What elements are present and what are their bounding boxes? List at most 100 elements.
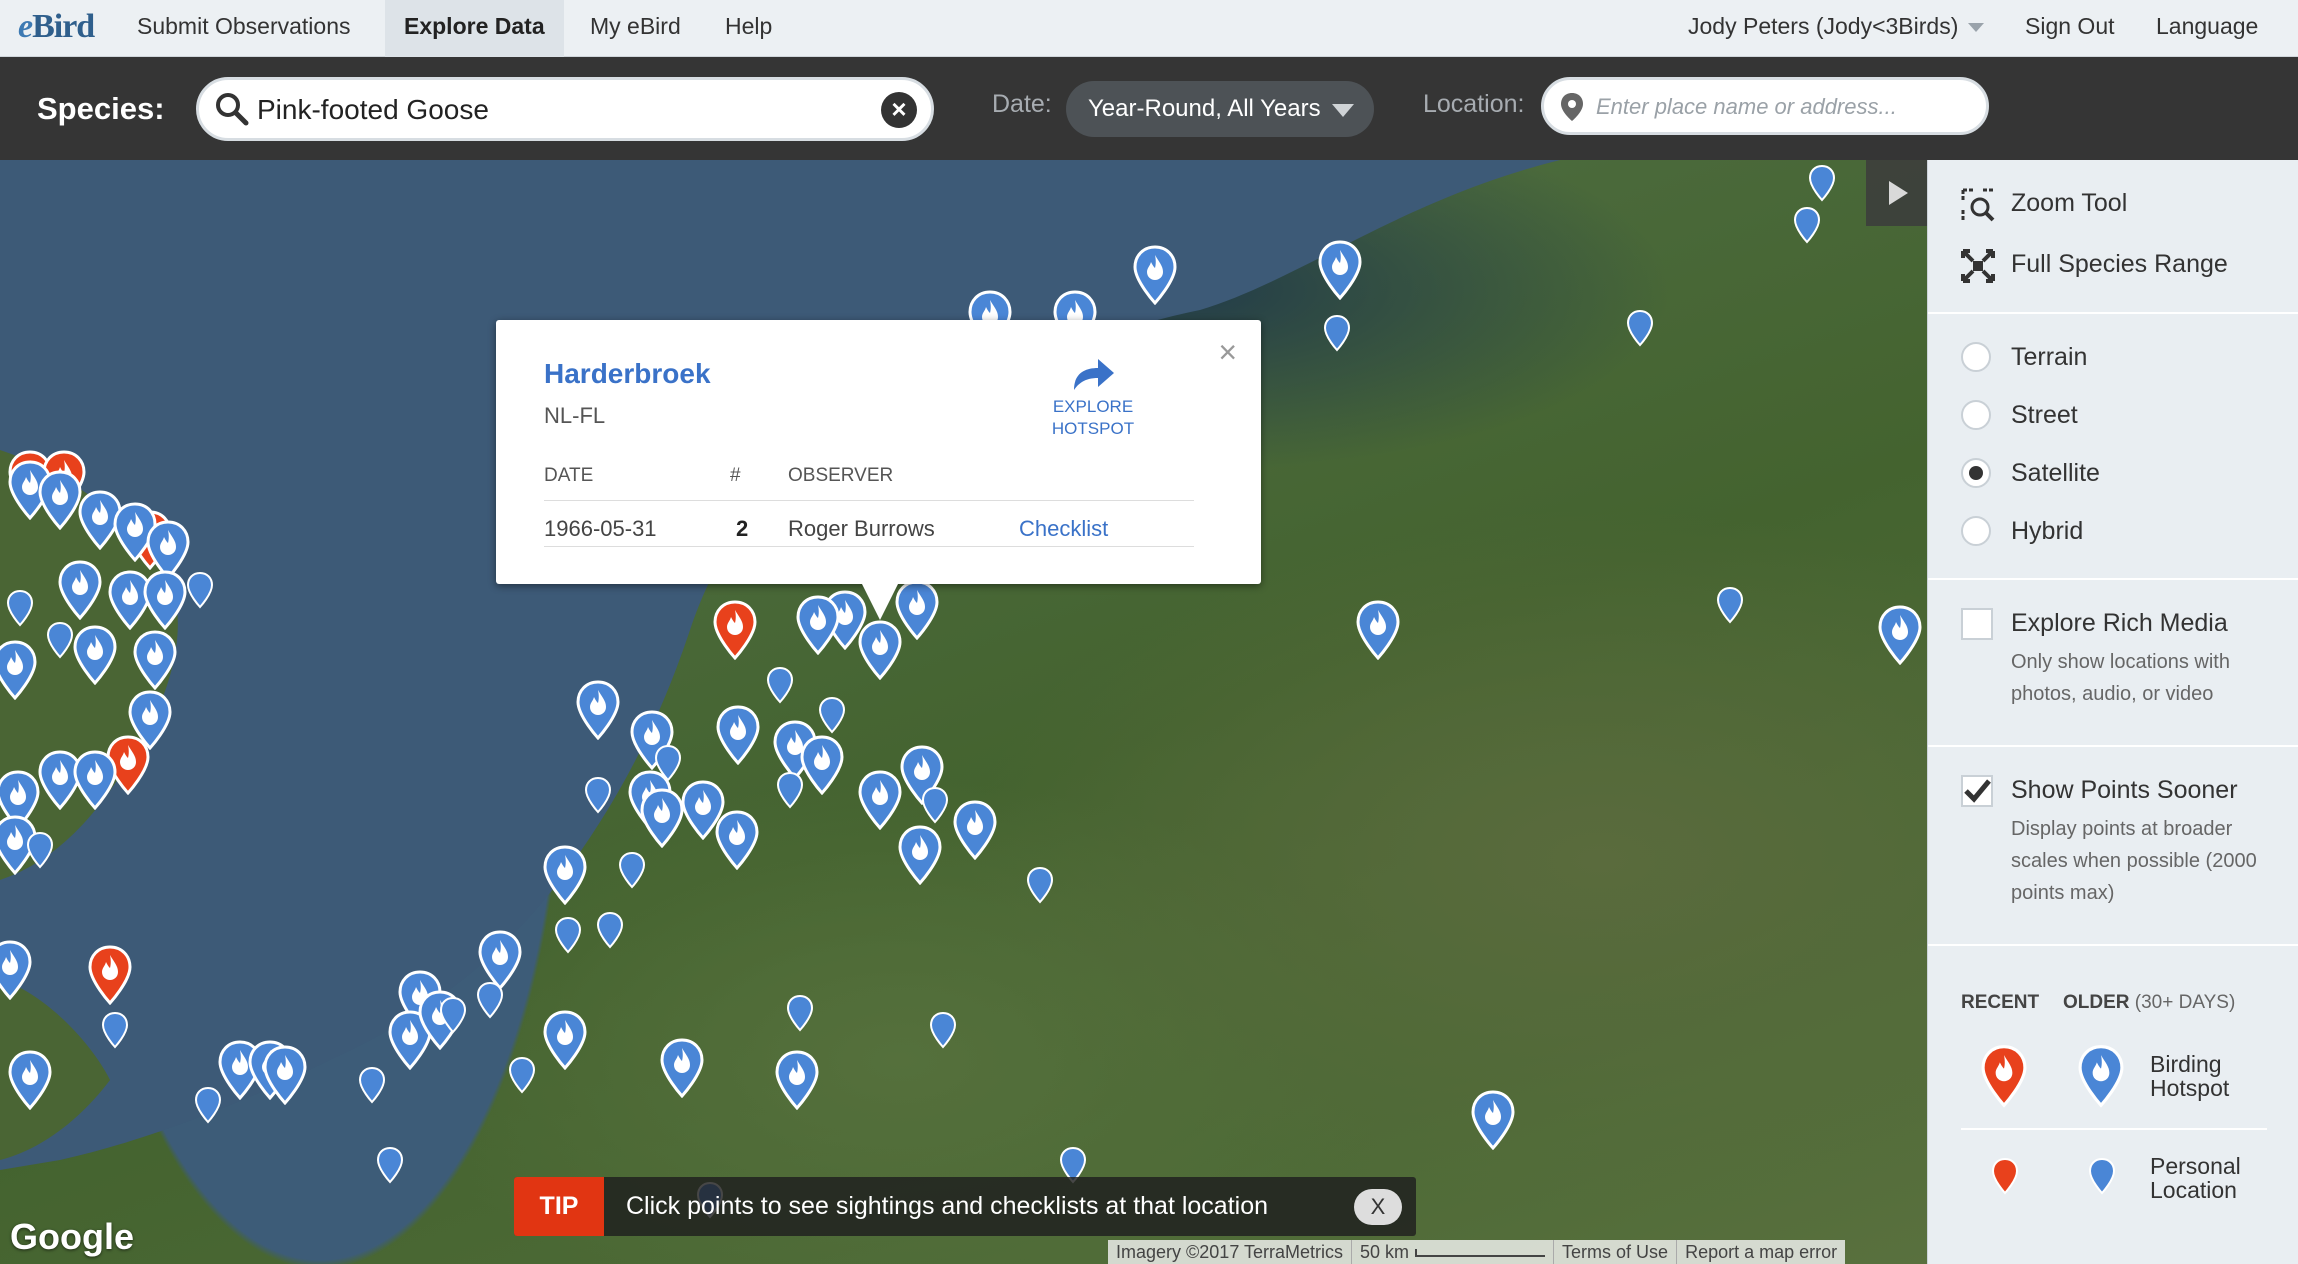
hotspot-marker[interactable] bbox=[88, 945, 132, 1005]
hotspot-marker[interactable] bbox=[1318, 240, 1362, 300]
hybrid-radio[interactable] bbox=[1961, 516, 1991, 546]
satellite-radio[interactable] bbox=[1961, 458, 1991, 488]
full-range-button[interactable]: Full Species Range bbox=[2011, 250, 2228, 279]
personal-location-marker[interactable] bbox=[1026, 866, 1054, 904]
hotspot-marker[interactable] bbox=[858, 770, 902, 830]
personal-location-marker[interactable] bbox=[6, 589, 34, 627]
personal-location-marker[interactable] bbox=[1626, 309, 1654, 347]
hotspot-marker[interactable] bbox=[1133, 245, 1177, 305]
nav-submit-observations[interactable]: Submit Observations bbox=[118, 0, 369, 57]
hotspot-marker[interactable] bbox=[133, 630, 177, 690]
hotspot-marker[interactable] bbox=[263, 1045, 307, 1105]
points-sooner-checkbox[interactable] bbox=[1961, 775, 1993, 807]
hybrid-label[interactable]: Hybrid bbox=[2011, 517, 2083, 546]
personal-location-marker[interactable] bbox=[358, 1066, 386, 1104]
personal-location-marker[interactable] bbox=[654, 744, 682, 782]
close-tip-button[interactable]: X bbox=[1354, 1189, 1402, 1225]
personal-location-marker[interactable] bbox=[186, 571, 214, 609]
hotspot-marker[interactable] bbox=[713, 600, 757, 660]
hotspot-marker[interactable] bbox=[895, 580, 939, 640]
hotspot-marker[interactable] bbox=[640, 788, 684, 848]
hotspot-marker[interactable] bbox=[660, 1038, 704, 1098]
language-menu[interactable]: Language bbox=[2137, 0, 2277, 57]
personal-line2: Location bbox=[2150, 1177, 2237, 1203]
nav-help[interactable]: Help bbox=[706, 0, 791, 57]
hotspot-marker[interactable] bbox=[715, 810, 759, 870]
date-label: Date: bbox=[992, 90, 1052, 118]
sign-out-link[interactable]: Sign Out bbox=[2006, 0, 2134, 57]
personal-location-marker[interactable] bbox=[194, 1086, 222, 1124]
street-radio[interactable] bbox=[1961, 400, 1991, 430]
personal-location-marker[interactable] bbox=[1323, 314, 1351, 352]
personal-location-marker[interactable] bbox=[101, 1011, 129, 1049]
personal-location-marker[interactable] bbox=[776, 771, 804, 809]
legend-older-note: (30+ DAYS) bbox=[2134, 992, 2236, 1013]
street-label[interactable]: Street bbox=[2011, 401, 2078, 430]
personal-location-marker[interactable] bbox=[1793, 206, 1821, 244]
nav-explore-data[interactable]: Explore Data bbox=[385, 0, 564, 57]
personal-location-marker[interactable] bbox=[376, 1146, 404, 1184]
hotspot-name-link[interactable]: Harderbroek bbox=[544, 358, 711, 390]
hotspot-marker[interactable] bbox=[775, 1050, 819, 1110]
hotspot-marker[interactable] bbox=[1471, 1090, 1515, 1150]
personal-location-marker[interactable] bbox=[596, 911, 624, 949]
ebird-logo[interactable]: eBird bbox=[18, 8, 95, 46]
hotspot-marker[interactable] bbox=[0, 940, 32, 1000]
hotspot-marker[interactable] bbox=[1878, 605, 1922, 665]
hotspot-marker[interactable] bbox=[38, 470, 82, 530]
hotspot-marker[interactable] bbox=[898, 825, 942, 885]
personal-location-marker[interactable] bbox=[818, 696, 846, 734]
hotspot-marker[interactable] bbox=[58, 560, 102, 620]
terrain-label[interactable]: Terrain bbox=[2011, 343, 2087, 372]
personal-location-marker[interactable] bbox=[46, 621, 74, 659]
rich-media-checkbox[interactable] bbox=[1961, 608, 1993, 640]
hotspot-marker[interactable] bbox=[73, 750, 117, 810]
hotspot-marker[interactable] bbox=[716, 705, 760, 765]
date-dropdown[interactable]: Year-Round, All Years bbox=[1066, 81, 1374, 137]
personal-location-marker[interactable] bbox=[439, 996, 467, 1034]
personal-location-marker[interactable] bbox=[476, 981, 504, 1019]
personal-location-marker[interactable] bbox=[26, 831, 54, 869]
personal-location-marker[interactable] bbox=[584, 776, 612, 814]
hotspot-marker[interactable] bbox=[8, 1050, 52, 1110]
clear-species-icon[interactable]: × bbox=[881, 92, 917, 128]
points-sooner-description: Display points at broader scales when po… bbox=[2011, 818, 2257, 904]
hotspot-marker[interactable] bbox=[128, 690, 172, 750]
satellite-label[interactable]: Satellite bbox=[2011, 459, 2100, 488]
rich-media-label[interactable]: Explore Rich Media bbox=[2011, 609, 2228, 638]
legend-hotspot-label: Birding Hotspot bbox=[2150, 1052, 2229, 1100]
col-observer: OBSERVER bbox=[788, 465, 894, 486]
explore-hotspot-link[interactable]: EXPLORE HOTSPOT bbox=[1046, 356, 1140, 440]
checklist-link[interactable]: Checklist bbox=[1019, 516, 1108, 542]
hotspot-marker[interactable] bbox=[576, 680, 620, 740]
hotspot-marker[interactable] bbox=[1356, 600, 1400, 660]
personal-location-marker[interactable] bbox=[921, 786, 949, 824]
close-popup-button[interactable]: × bbox=[1218, 334, 1237, 371]
personal-location-marker[interactable] bbox=[1808, 164, 1836, 202]
hotspot-marker[interactable] bbox=[800, 735, 844, 795]
hotspot-marker[interactable] bbox=[143, 570, 187, 630]
hotspot-marker[interactable] bbox=[0, 640, 37, 700]
nav-my-ebird[interactable]: My eBird bbox=[571, 0, 700, 57]
location-input[interactable] bbox=[1596, 90, 1966, 124]
personal-location-marker[interactable] bbox=[766, 666, 794, 704]
hotspot-marker[interactable] bbox=[543, 845, 587, 905]
personal-location-marker[interactable] bbox=[554, 916, 582, 954]
terrain-radio[interactable] bbox=[1961, 342, 1991, 372]
personal-location-marker[interactable] bbox=[618, 851, 646, 889]
points-sooner-label[interactable]: Show Points Sooner bbox=[2011, 776, 2238, 805]
hotspot-marker[interactable] bbox=[953, 800, 997, 860]
species-field[interactable]: Pink-footed Goose × bbox=[196, 77, 934, 141]
personal-location-marker[interactable] bbox=[786, 994, 814, 1032]
zoom-tool-button[interactable]: Zoom Tool bbox=[2011, 189, 2127, 218]
location-field[interactable] bbox=[1541, 77, 1989, 135]
personal-location-marker[interactable] bbox=[508, 1056, 536, 1094]
personal-location-marker[interactable] bbox=[929, 1011, 957, 1049]
hotspot-marker[interactable] bbox=[796, 595, 840, 655]
user-menu[interactable]: Jody Peters (Jody<3Birds) bbox=[1669, 0, 2003, 57]
hotspot-marker[interactable] bbox=[73, 625, 117, 685]
report-error-link[interactable]: Report a map error bbox=[1677, 1240, 1845, 1264]
terms-link[interactable]: Terms of Use bbox=[1554, 1240, 1678, 1264]
personal-location-marker[interactable] bbox=[1716, 586, 1744, 624]
hotspot-marker[interactable] bbox=[543, 1010, 587, 1070]
